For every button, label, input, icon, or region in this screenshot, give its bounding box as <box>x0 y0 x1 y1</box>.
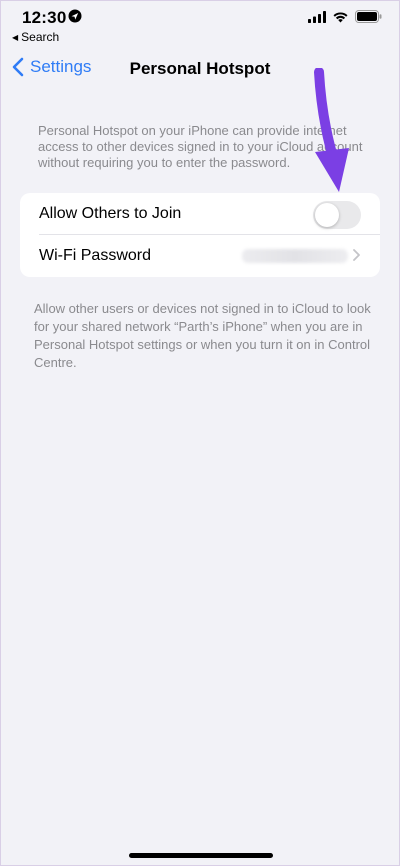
back-to-search-link[interactable]: ◀ Search <box>12 30 59 44</box>
status-time: 12:30 <box>22 8 67 27</box>
annotation-arrow-icon <box>314 68 349 192</box>
allow-others-row: Allow Others to Join <box>20 193 380 235</box>
allow-others-description: Allow other users or devices not signed … <box>34 301 371 370</box>
wifi-password-row[interactable]: Wi-Fi Password <box>20 235 380 277</box>
status-icons <box>308 10 382 23</box>
toggle-knob <box>315 203 339 227</box>
home-indicator <box>129 853 273 858</box>
allow-others-label: Allow Others to Join <box>39 205 182 222</box>
wifi-password-label: Wi-Fi Password <box>39 247 152 264</box>
cellular-signal-icon <box>308 10 326 23</box>
back-to-search-label: Search <box>21 30 60 44</box>
wifi-icon <box>333 11 348 22</box>
back-triangle-icon: ◀ <box>12 32 19 42</box>
status-bar: 12:30 ◀ Search <box>0 0 400 44</box>
hotspot-settings-group: Allow Others to Join Wi-Fi Password <box>20 193 380 277</box>
location-icon <box>68 9 82 23</box>
battery-icon <box>355 10 382 23</box>
chevron-right-icon <box>353 249 360 261</box>
allow-others-toggle[interactable] <box>313 201 361 229</box>
wifi-password-value-blurred <box>242 249 348 263</box>
